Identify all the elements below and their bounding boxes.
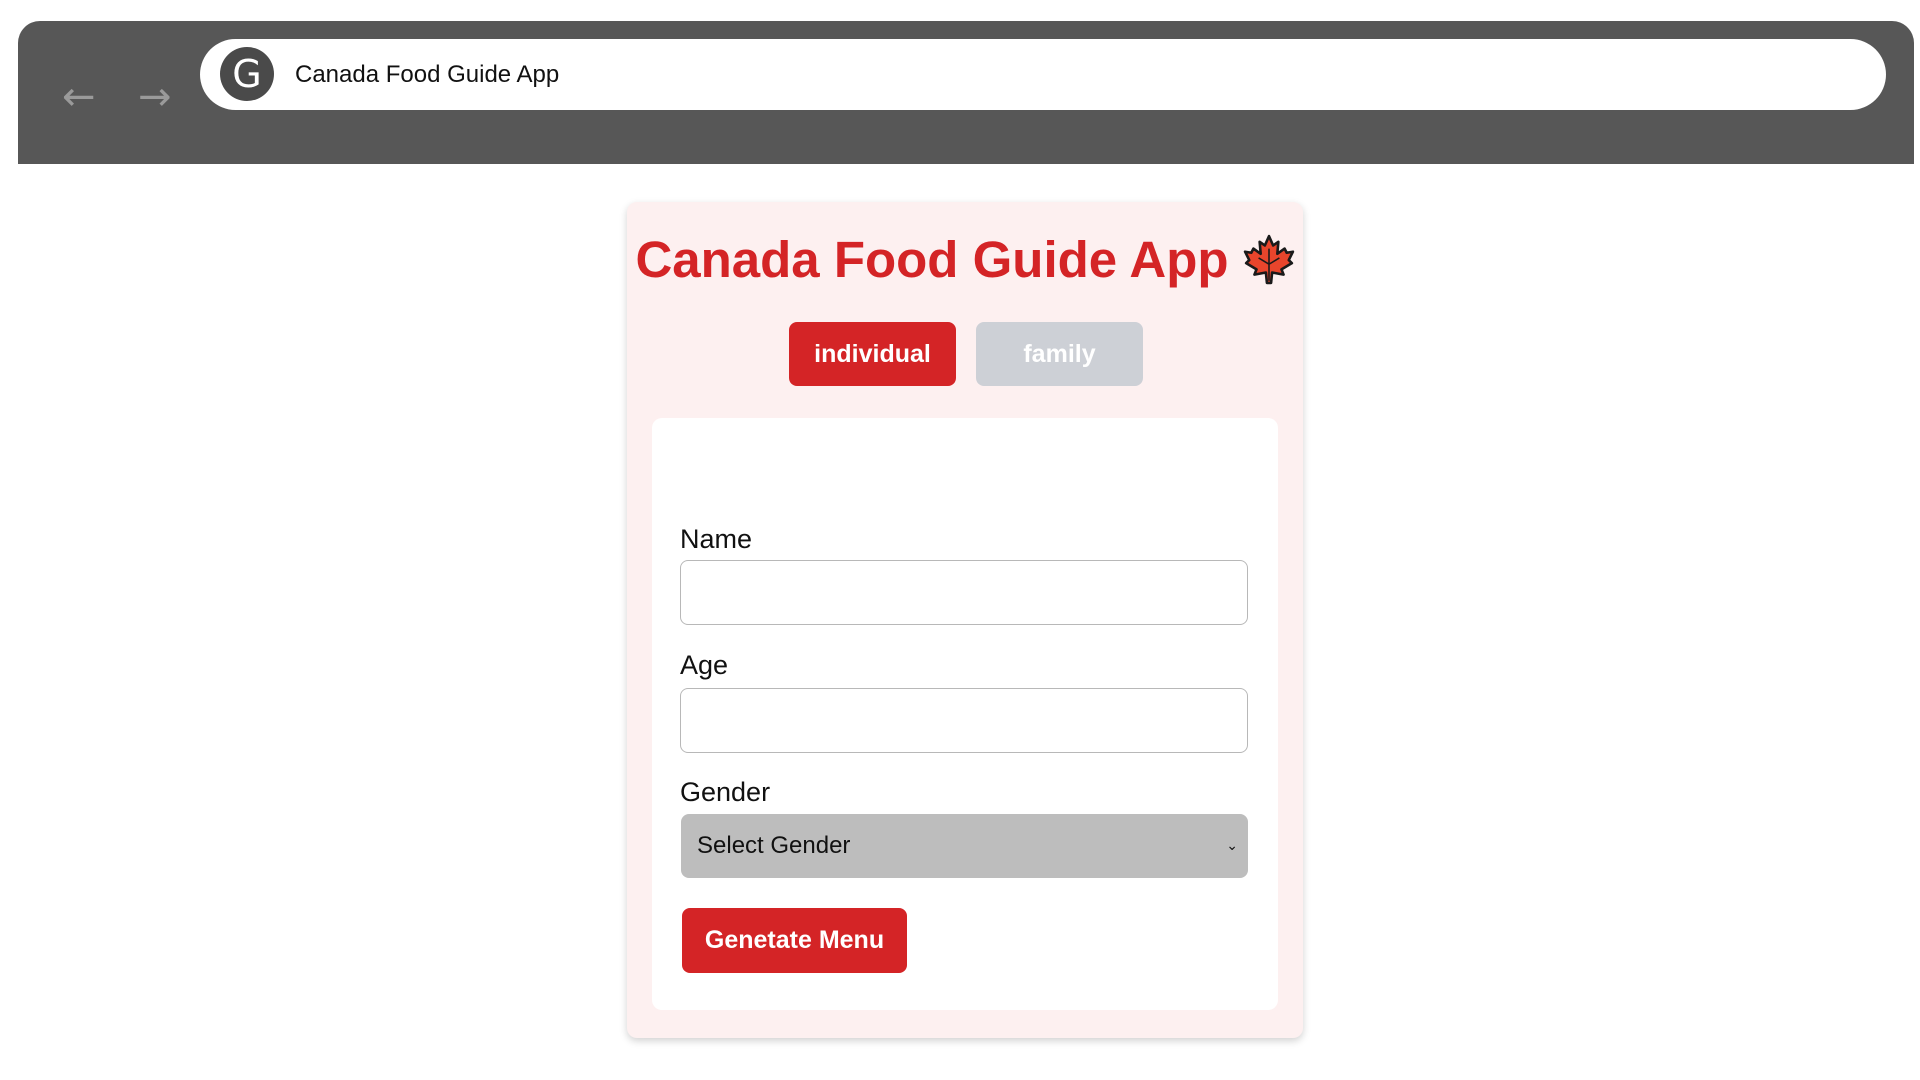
- maple-leaf-icon: [1243, 234, 1294, 285]
- address-text[interactable]: Canada Food Guide App: [295, 39, 559, 110]
- back-arrow-icon[interactable]: ←: [62, 77, 102, 117]
- chevron-down-icon: ⌄: [1226, 838, 1238, 854]
- age-input[interactable]: [680, 688, 1248, 753]
- gender-select-value: Select Gender: [697, 832, 851, 859]
- google-g-icon: G: [220, 47, 274, 101]
- forward-arrow-icon[interactable]: →: [138, 77, 178, 117]
- app-title-row: Canada Food Guide App: [627, 230, 1303, 289]
- age-label: Age: [680, 650, 729, 680]
- tab-family[interactable]: family: [976, 322, 1143, 386]
- browser-toolbar: ← → G Canada Food Guide App: [18, 21, 1914, 164]
- individual-form: Name Age Gender Select Gender ⌄ Genetate…: [652, 418, 1278, 1010]
- name-label: Name: [680, 524, 753, 554]
- name-input[interactable]: [680, 560, 1248, 625]
- address-bar[interactable]: G Canada Food Guide App: [200, 39, 1886, 110]
- tab-individual[interactable]: individual: [789, 322, 956, 386]
- gender-label: Gender: [680, 777, 771, 807]
- generate-menu-button[interactable]: Genetate Menu: [682, 908, 907, 973]
- page-title: Canada Food Guide App: [635, 231, 1229, 288]
- app-card: Canada Food Guide App individual family …: [627, 202, 1303, 1038]
- gender-select[interactable]: Select Gender ⌄: [681, 814, 1248, 878]
